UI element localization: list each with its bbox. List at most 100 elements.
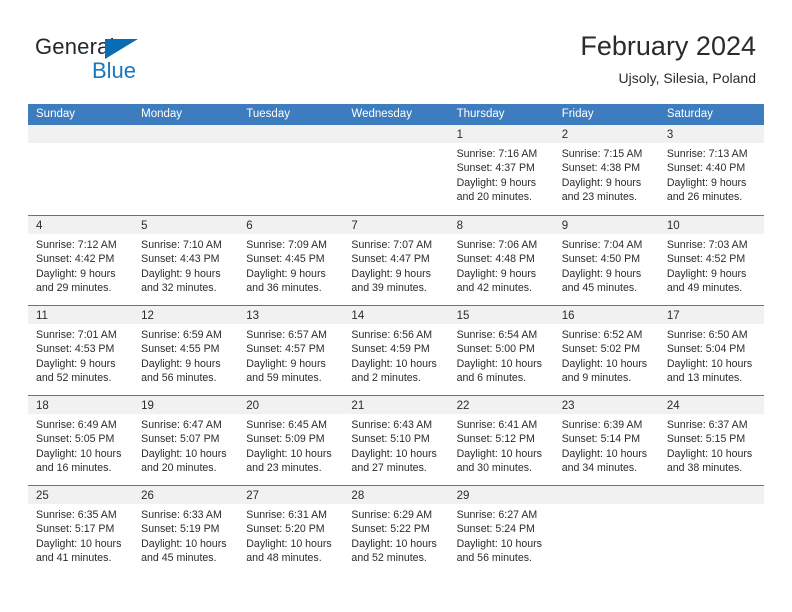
calendar-day-cell[interactable]: 2 Sunrise: 7:15 AM Sunset: 4:38 PM Daylight… (553, 125, 659, 215)
day-number: 4 (36, 220, 43, 232)
day-number: 15 (456, 310, 470, 322)
calendar-day-cell[interactable]: 24 Sunrise: 6:37 AM Sunset: 5:15 PM Dayligh… (658, 396, 764, 485)
day-number: 17 (666, 310, 680, 322)
calendar-day-cell[interactable]: 22 Sunrise: 6:41 AM Sunset: 5:12 PM Dayligh… (448, 396, 554, 485)
day-detail-line: Daylight: 10 hours (456, 537, 542, 550)
weekday-header-friday: Friday (561, 108, 594, 120)
day-detail-line: Daylight: 9 hours (36, 267, 116, 280)
calendar-day-cell[interactable]: 10 Sunrise: 7:03 AM Sunset: 4:52 PM Dayligh… (658, 216, 764, 305)
day-detail-line: and 45 minutes. (561, 282, 638, 295)
calendar-day-cell[interactable]: 8 Sunrise: 7:06 AM Sunset: 4:48 PM Daylight… (448, 216, 554, 305)
calendar-day-cell[interactable]: 29 Sunrise: 6:27 AM Sunset: 5:24 PM Dayligh… (448, 486, 554, 575)
calendar-day-cell[interactable]: 16 Sunrise: 6:52 AM Sunset: 5:02 PM Dayligh… (553, 306, 659, 395)
calendar-day-cell[interactable]: 5 Sunrise: 7:10 AM Sunset: 4:43 PM Daylight… (133, 216, 239, 305)
day-detail-line: Daylight: 9 hours (36, 357, 116, 370)
day-detail-line: and 56 minutes. (141, 372, 217, 385)
calendar-day-cell[interactable]: 15 Sunrise: 6:54 AM Sunset: 5:00 PM Dayligh… (448, 306, 554, 395)
day-detail-line: Sunrise: 6:59 AM (141, 329, 222, 341)
calendar-day-cell[interactable]: 21 Sunrise: 6:43 AM Sunset: 5:10 PM Dayligh… (343, 396, 449, 485)
calendar-day-cell[interactable]: 7 Sunrise: 7:07 AM Sunset: 4:47 PM Daylight… (343, 216, 449, 305)
day-detail-line: Daylight: 9 hours (141, 267, 221, 280)
day-detail-line: Sunset: 5:17 PM (36, 523, 115, 536)
day-detail-line: and 39 minutes. (351, 282, 427, 295)
day-details: Sunrise: 7:12 AM Sunset: 4:42 PM Daylight:… (28, 234, 133, 296)
day-detail-line: Sunrise: 7:03 AM (666, 239, 748, 251)
calendar-day-cell[interactable]: 13 Sunrise: 6:57 AM Sunset: 4:57 PM Dayligh… (238, 306, 344, 395)
day-detail-line: and 13 minutes. (666, 372, 743, 385)
calendar-day-cell[interactable]: 19 Sunrise: 6:47 AM Sunset: 5:07 PM Dayligh… (133, 396, 239, 485)
day-number-band (28, 125, 134, 143)
day-details: Sunrise: 7:10 AM Sunset: 4:43 PM Daylight:… (133, 234, 238, 296)
day-number: 22 (456, 400, 470, 412)
day-detail-line: Daylight: 9 hours (561, 176, 642, 189)
calendar-day-cell[interactable]: 28 Sunrise: 6:29 AM Sunset: 5:22 PM Dayligh… (343, 486, 449, 575)
day-detail-line: Sunset: 5:12 PM (456, 433, 535, 446)
calendar-day-cell[interactable]: 18 Sunrise: 6:49 AM Sunset: 5:05 PM Dayligh… (28, 396, 134, 485)
day-detail-line: and 48 minutes. (246, 552, 322, 565)
day-detail-line: Daylight: 9 hours (666, 176, 747, 189)
calendar-day-cell[interactable]: 20 Sunrise: 6:45 AM Sunset: 5:09 PM Dayligh… (238, 396, 344, 485)
day-detail-line: and 20 minutes. (141, 462, 217, 475)
calendar-day-cell-empty (658, 486, 764, 575)
calendar-page: General Blue February 2024 Ujsoly, Siles… (0, 0, 792, 612)
calendar-day-cell[interactable]: 3 Sunrise: 7:13 AM Sunset: 4:40 PM Daylight… (658, 125, 764, 215)
day-detail-line: Sunrise: 6:41 AM (456, 419, 538, 431)
calendar-day-cell[interactable]: 14 Sunrise: 6:56 AM Sunset: 4:59 PM Dayligh… (343, 306, 449, 395)
day-detail-line: Sunrise: 6:29 AM (351, 509, 433, 521)
calendar-day-cell[interactable]: 11 Sunrise: 7:01 AM Sunset: 4:53 PM Dayligh… (28, 306, 134, 395)
day-number: 16 (561, 310, 575, 322)
day-number: 13 (246, 310, 260, 322)
day-number: 7 (351, 220, 358, 232)
day-number: 29 (456, 490, 470, 502)
calendar-day-cell[interactable]: 27 Sunrise: 6:31 AM Sunset: 5:20 PM Dayligh… (238, 486, 344, 575)
day-number-band (553, 486, 659, 504)
day-detail-line: Sunrise: 6:45 AM (246, 419, 327, 431)
day-detail-line: Sunrise: 7:15 AM (561, 148, 643, 160)
calendar-day-cell-empty (553, 486, 659, 575)
day-number: 9 (561, 220, 569, 232)
day-detail-line: Daylight: 9 hours (246, 267, 326, 280)
calendar-week-row: 4 Sunrise: 7:12 AM Sunset: 4:42 PM Daylight… (28, 215, 764, 305)
day-detail-line: Sunset: 5:22 PM (351, 523, 430, 536)
calendar-day-cell[interactable]: 4 Sunrise: 7:12 AM Sunset: 4:42 PM Daylight… (28, 216, 134, 305)
day-detail-line: and 26 minutes. (666, 191, 743, 204)
calendar-day-cell[interactable]: 6 Sunrise: 7:09 AM Sunset: 4:45 PM Daylight… (238, 216, 344, 305)
calendar-day-cell[interactable]: 23 Sunrise: 6:39 AM Sunset: 5:14 PM Dayligh… (553, 396, 659, 485)
day-detail-line: Sunset: 4:53 PM (36, 343, 115, 356)
day-detail-line: and 2 minutes. (351, 372, 421, 385)
day-detail-line: and 6 minutes. (456, 372, 527, 385)
weekday-header-sunday: Sunday (36, 108, 76, 120)
day-number-band (133, 125, 239, 143)
calendar-day-cell[interactable]: 25 Sunrise: 6:35 AM Sunset: 5:17 PM Dayligh… (28, 486, 134, 575)
day-detail-line: Sunrise: 7:16 AM (456, 148, 538, 160)
day-number: 23 (561, 400, 575, 412)
day-number-band: 22 (448, 396, 554, 414)
day-detail-line: Sunrise: 6:31 AM (246, 509, 327, 521)
day-details: Sunrise: 7:13 AM Sunset: 4:40 PM Daylight:… (659, 143, 764, 205)
day-detail-line: and 23 minutes. (561, 191, 638, 204)
day-number: 14 (351, 310, 365, 322)
day-number-band: 4 (28, 216, 134, 234)
calendar-day-cell[interactable]: 12 Sunrise: 6:59 AM Sunset: 4:55 PM Dayligh… (133, 306, 239, 395)
day-detail-line: and 38 minutes. (666, 462, 743, 475)
day-detail-line: and 30 minutes. (456, 462, 532, 475)
day-detail-line: Daylight: 9 hours (666, 267, 747, 280)
day-number-band: 18 (28, 396, 134, 414)
day-number-band: 7 (343, 216, 449, 234)
day-details: Sunrise: 7:15 AM Sunset: 4:38 PM Daylight:… (554, 143, 659, 205)
day-details: Sunrise: 6:57 AM Sunset: 4:57 PM Daylight:… (238, 324, 343, 386)
day-number: 6 (246, 220, 253, 232)
calendar-day-cell[interactable]: 17 Sunrise: 6:50 AM Sunset: 5:04 PM Dayligh… (658, 306, 764, 395)
day-detail-line: Sunset: 5:14 PM (561, 433, 641, 446)
calendar-day-cell[interactable]: 9 Sunrise: 7:04 AM Sunset: 4:50 PM Daylight… (553, 216, 659, 305)
calendar-day-cell[interactable]: 1 Sunrise: 7:16 AM Sunset: 4:37 PM Daylight… (448, 125, 554, 215)
day-detail-line: Sunset: 5:10 PM (351, 433, 430, 446)
day-number-band: 10 (658, 216, 764, 234)
day-detail-line: Sunset: 4:42 PM (36, 253, 115, 266)
day-detail-line: Sunset: 4:55 PM (141, 343, 220, 356)
day-detail-line: Sunset: 4:50 PM (561, 253, 641, 266)
calendar-day-cell[interactable]: 26 Sunrise: 6:33 AM Sunset: 5:19 PM Dayligh… (133, 486, 239, 575)
day-number: 5 (141, 220, 148, 232)
general-blue-logo[interactable]: General Blue (35, 36, 295, 88)
day-number: 12 (141, 310, 154, 322)
